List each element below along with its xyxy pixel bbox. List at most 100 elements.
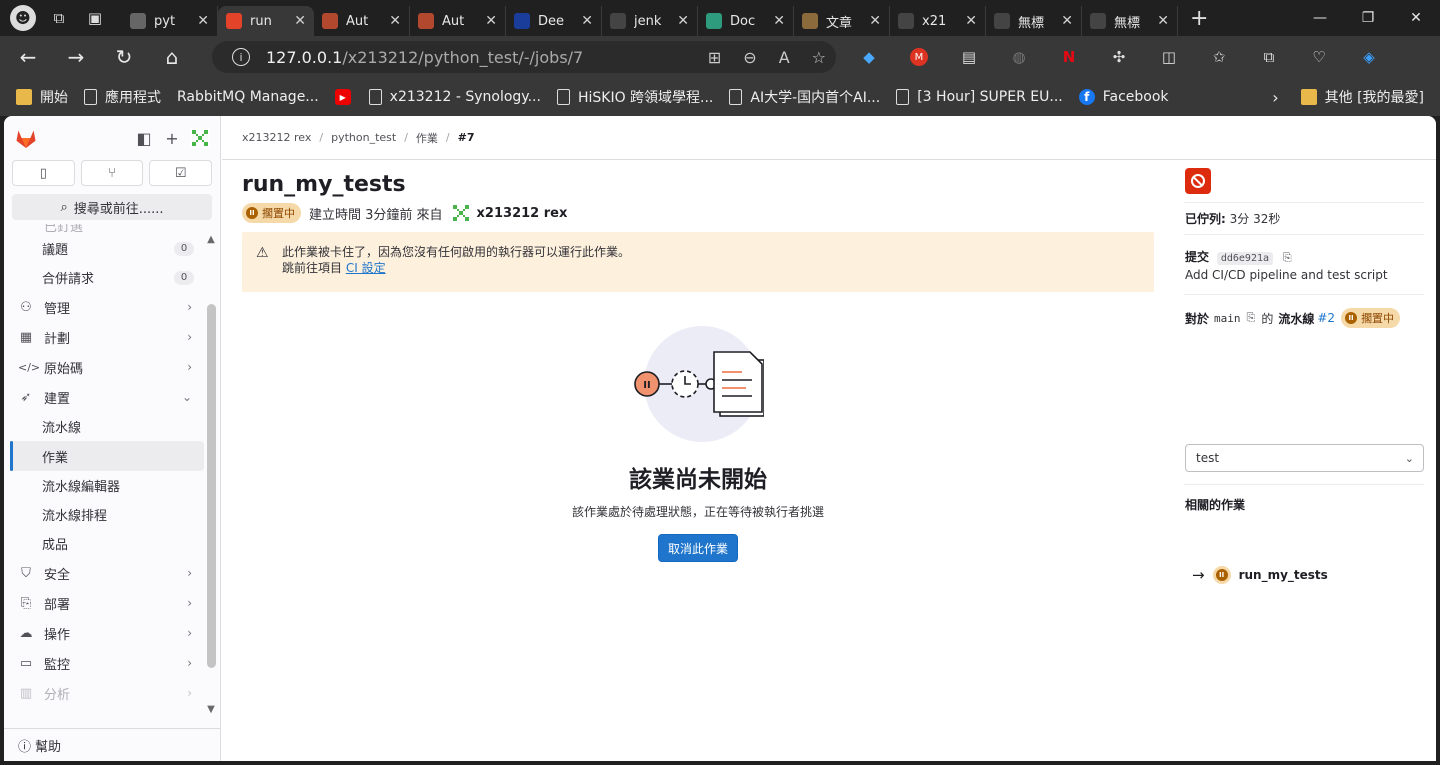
sidebar-item-pinned[interactable]: 已釘選 ⌃ xyxy=(4,224,204,235)
new-tab-button[interactable]: + xyxy=(1190,6,1208,31)
scrollbar-thumb[interactable] xyxy=(207,304,216,668)
breadcrumb-user[interactable]: x213212 rex xyxy=(242,131,311,144)
zoom-icon[interactable]: ⊖ xyxy=(743,48,756,67)
breadcrumb-job-id[interactable]: #7 xyxy=(458,131,475,144)
close-window-button[interactable]: ✕ xyxy=(1392,0,1440,36)
avatar[interactable] xyxy=(450,203,471,223)
split-screen-icon[interactable]: ◫ xyxy=(1156,44,1182,70)
browser-tab[interactable]: pyt ✕ xyxy=(122,6,218,36)
author-name[interactable]: x213212 rex xyxy=(477,206,568,221)
url-input[interactable]: i 127.0.0.1/x213212/python_test/-/jobs/7… xyxy=(212,41,836,73)
user-avatar[interactable] xyxy=(190,128,210,148)
tab-close-icon[interactable]: ✕ xyxy=(389,13,401,29)
todo-button[interactable]: ☑ xyxy=(149,160,213,186)
diamond-extension-icon[interactable]: ◆ xyxy=(856,44,882,70)
tab-close-icon[interactable]: ✕ xyxy=(581,13,593,29)
collapse-sidebar-icon[interactable]: ◧ xyxy=(130,129,158,148)
site-info-icon[interactable]: i xyxy=(232,48,250,66)
browser-tab[interactable]: run ✕ xyxy=(218,6,314,36)
sidebar-item-build[interactable]: ➶ 建置 ⌄ xyxy=(4,382,204,412)
tab-close-icon[interactable]: ✕ xyxy=(1157,13,1169,29)
tab-close-icon[interactable]: ✕ xyxy=(197,13,209,29)
sidebar-item-pipeline-schedules[interactable]: 流水線排程 xyxy=(4,500,204,529)
gitlab-logo-icon[interactable] xyxy=(14,126,38,150)
favorite-star-icon[interactable]: ☆ xyxy=(812,48,826,67)
extensions-puzzle-icon[interactable]: ✣ xyxy=(1106,44,1132,70)
workspaces-icon[interactable]: ⧉ xyxy=(46,5,72,31)
sidebar-item-jobs[interactable]: 作業 xyxy=(10,441,204,471)
vertical-tabs-icon[interactable]: ▣ xyxy=(82,5,108,31)
assigned-issues-button[interactable]: ▯ xyxy=(12,160,75,186)
screenshot-extension-icon[interactable]: ▤ xyxy=(956,44,982,70)
sidebar-item-code[interactable]: </> 原始碼 › xyxy=(4,352,204,382)
sidebar-item-monitor[interactable]: ▭ 監控 › xyxy=(4,648,204,678)
tab-close-icon[interactable]: ✕ xyxy=(677,13,689,29)
browser-tab[interactable]: Aut ✕ xyxy=(314,6,410,36)
minimize-button[interactable]: — xyxy=(1296,0,1344,36)
sidebar-item-analyze[interactable]: ▥ 分析 › xyxy=(4,678,204,708)
forward-icon[interactable]: → xyxy=(56,39,96,75)
tab-close-icon[interactable]: ✕ xyxy=(869,13,881,29)
browser-tab[interactable]: Dee ✕ xyxy=(506,6,602,36)
bookmark-start[interactable]: 開始 xyxy=(16,87,68,107)
pipeline-link[interactable]: #2 xyxy=(1317,311,1335,325)
cancel-job-icon-button[interactable] xyxy=(1185,168,1211,194)
browser-tab[interactable]: Aut ✕ xyxy=(410,6,506,36)
commit-sha-link[interactable]: dd6e921a xyxy=(1216,252,1274,265)
sidebar-item-artifacts[interactable]: 成品 xyxy=(4,529,204,558)
read-aloud-icon[interactable]: A xyxy=(779,48,790,67)
sidebar-scrollbar[interactable]: ▲ ▼ xyxy=(205,234,217,715)
bookmark-hiskio[interactable]: HiSKIO 跨領域學程... xyxy=(556,87,713,107)
stage-select[interactable]: test ⌄ xyxy=(1185,444,1424,472)
netflix-extension-icon[interactable]: N xyxy=(1056,44,1082,70)
pipeline-status-badge[interactable]: II 擱置中 xyxy=(1341,308,1401,328)
copilot-icon[interactable]: ◈ xyxy=(1356,44,1382,70)
browser-essentials-icon[interactable]: ♡ xyxy=(1306,44,1332,70)
favorites-icon[interactable]: ✩ xyxy=(1206,44,1232,70)
tab-close-icon[interactable]: ✕ xyxy=(773,13,785,29)
browser-tab[interactable]: 無標 ✕ xyxy=(1082,6,1178,36)
browser-tab[interactable]: 無標 ✕ xyxy=(986,6,1082,36)
branch-link[interactable]: main xyxy=(1214,312,1241,325)
create-new-icon[interactable]: + xyxy=(158,129,186,148)
sidebar-item-issues[interactable]: 議題 0 xyxy=(4,234,204,263)
related-job-item[interactable]: → II run_my_tests xyxy=(1192,566,1328,584)
browser-tab[interactable]: x21 ✕ xyxy=(890,6,986,36)
sidebar-item-pipeline-editor[interactable]: 流水線編輯器 xyxy=(4,471,204,500)
tab-close-icon[interactable]: ✕ xyxy=(485,13,497,29)
sidebar-item-merge-requests[interactable]: 合併請求 0 xyxy=(4,263,204,292)
breadcrumb-project[interactable]: python_test xyxy=(331,131,396,144)
home-icon[interactable]: ⌂ xyxy=(152,39,192,75)
mouse-extension-icon[interactable]: ◍ xyxy=(1006,44,1032,70)
collections-icon[interactable]: ⧉ xyxy=(1256,44,1282,70)
restore-button[interactable]: ❐ xyxy=(1344,0,1392,36)
sidebar-item-deploy[interactable]: ⎘ 部署 › xyxy=(4,588,204,618)
sidebar-item-operate[interactable]: ☁ 操作 › xyxy=(4,618,204,648)
back-icon[interactable]: ← xyxy=(8,39,48,75)
search-or-go-button[interactable]: ⌕ 搜尋或前往...... xyxy=(12,194,212,220)
sidebar-item-secure[interactable]: ⛉ 安全 › xyxy=(4,558,204,588)
bookmark-synology[interactable]: ▶ x213212 - Synology... xyxy=(334,89,541,105)
ci-settings-link[interactable]: CI 設定 xyxy=(346,261,386,275)
browser-tab[interactable]: Doc ✕ xyxy=(698,6,794,36)
tab-close-icon[interactable]: ✕ xyxy=(1061,13,1073,29)
browser-tab[interactable]: jenk ✕ xyxy=(602,6,698,36)
tab-close-icon[interactable]: ✕ xyxy=(294,13,306,29)
bookmark-ai-university[interactable]: AI大学-国内首个AI... xyxy=(729,87,880,107)
copy-icon[interactable]: ⎘ xyxy=(1283,251,1292,265)
status-badge[interactable]: II 擱置中 xyxy=(242,203,301,223)
help-button[interactable]: ⓘ 幫助 xyxy=(4,728,221,761)
scroll-down-arrow-icon[interactable]: ▼ xyxy=(205,704,217,715)
bookmark-other-favorites[interactable]: 其他 [我的最愛] xyxy=(1300,87,1424,107)
bookmarks-overflow-chevron-icon[interactable]: › xyxy=(1272,88,1278,107)
bookmark-rabbitmq[interactable]: RabbitMQ Manage... xyxy=(177,89,319,105)
cancel-job-button[interactable]: 取消此作業 xyxy=(658,534,738,562)
bookmark-apps[interactable]: 應用程式 xyxy=(84,87,161,107)
profile-avatar-icon[interactable]: ☻ xyxy=(10,5,36,31)
copy-icon[interactable]: ⎘ xyxy=(1247,311,1256,325)
bookmark-facebook[interactable]: f Facebook xyxy=(1078,89,1169,105)
app-available-icon[interactable]: ⊞ xyxy=(708,48,721,67)
m-extension-icon[interactable]: M xyxy=(906,44,932,70)
sidebar-item-pipelines[interactable]: 流水線 xyxy=(4,412,204,441)
merge-requests-button[interactable]: ⑂ xyxy=(80,160,144,186)
